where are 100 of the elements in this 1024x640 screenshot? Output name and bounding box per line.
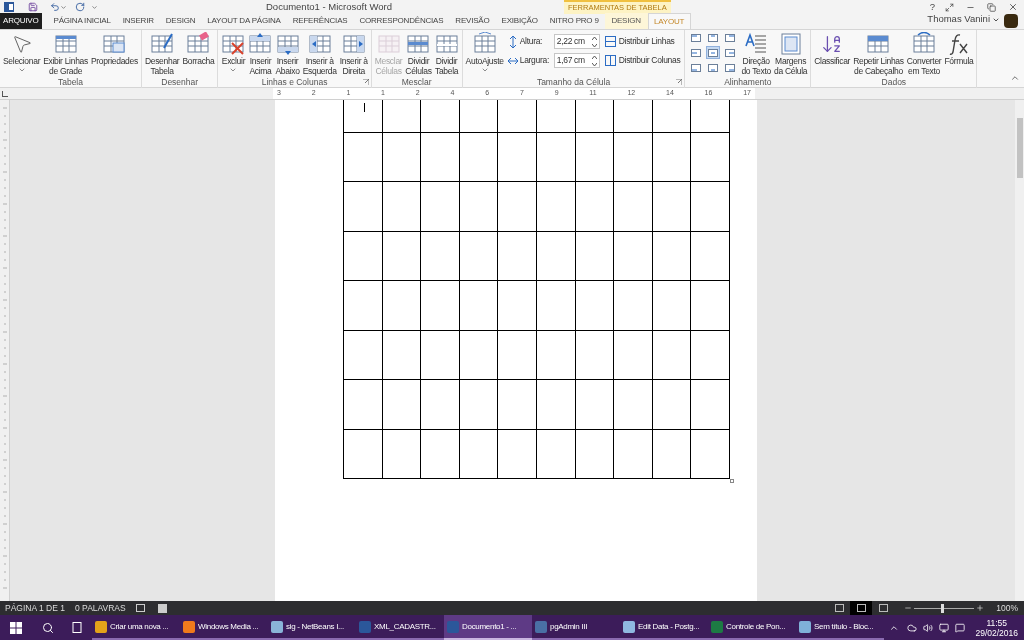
save-icon[interactable] xyxy=(28,2,38,12)
customize-icon[interactable] xyxy=(91,3,98,11)
align-icon xyxy=(708,64,719,73)
launcher-icon[interactable] xyxy=(676,79,683,85)
align-icon xyxy=(691,33,702,42)
alignment-button[interactable] xyxy=(723,61,738,75)
group-label: Tamanho da Célula xyxy=(536,76,611,88)
restore-icon[interactable] xyxy=(987,2,996,12)
ribbon-button[interactable]: Desenhar Tabela xyxy=(143,30,181,76)
taskbar-app[interactable]: Documento1 - ... xyxy=(444,615,532,640)
ribbon-tab[interactable]: INSERIR xyxy=(116,13,160,29)
notifications-icon[interactable] xyxy=(955,622,966,633)
distribute-icon xyxy=(604,36,616,47)
start-icon[interactable] xyxy=(10,621,22,634)
taskbar-app[interactable]: Controle de Pon... xyxy=(708,615,796,640)
macro-icon[interactable] xyxy=(157,603,167,613)
task-view-icon[interactable] xyxy=(70,622,84,633)
undo-icon[interactable] xyxy=(50,2,60,12)
ribbon-tab[interactable]: DESIGN xyxy=(604,13,648,29)
proofing-icon[interactable] xyxy=(135,603,146,613)
ribbon-button[interactable]: Propriedades xyxy=(89,30,139,76)
window-title: Documento1 - Microsoft Word xyxy=(266,0,393,14)
group-label: Dados xyxy=(881,76,907,88)
ribbon-tab[interactable]: PÁGINA INICIAL xyxy=(47,13,117,29)
search-icon[interactable] xyxy=(42,621,54,634)
ribbon-button[interactable]: Inserir Abaixo xyxy=(274,30,301,76)
ribbon-tab[interactable]: EXIBIÇÃO xyxy=(495,13,544,29)
ribbon-button[interactable]: Exibir Linhas de Grade xyxy=(42,30,89,76)
size-field[interactable]: 2,22 cm xyxy=(553,34,600,49)
alignment-button[interactable] xyxy=(706,61,721,75)
taskbar-app[interactable]: sig - NetBeans I... xyxy=(268,615,356,640)
ribbon-button[interactable]: Excluir xyxy=(220,30,247,76)
alignment-button[interactable] xyxy=(723,31,738,44)
ribbon-button[interactable]: Repetir Linhas de Cabeçalho xyxy=(852,30,905,76)
group-label: Mesclar xyxy=(401,76,432,88)
alignment-button[interactable] xyxy=(689,31,704,44)
zoom-thumb[interactable] xyxy=(941,603,945,613)
page-count[interactable]: PÁGINA 1 DE 1 xyxy=(5,601,65,615)
taskbar-app[interactable]: pgAdmin III xyxy=(532,615,620,640)
ribbon-button[interactable]: Inserir à Direita xyxy=(338,30,369,76)
ribbon-tab[interactable]: LAYOUT DA PÁGINA xyxy=(201,13,287,29)
ribbon-tab[interactable]: DESIGN xyxy=(159,13,202,29)
zoom-level[interactable]: 100% xyxy=(996,601,1018,615)
app-icon xyxy=(95,620,107,633)
app-icon[interactable] xyxy=(4,2,14,12)
ribbon-tab[interactable]: CORRESPONDÊNCIAS xyxy=(353,13,450,29)
ribbon-button[interactable]: AutoAjuste xyxy=(464,30,505,76)
launcher-icon[interactable] xyxy=(362,79,369,85)
ribbon-button[interactable]: Margens da Célula xyxy=(773,30,809,76)
resize-handle[interactable] xyxy=(730,479,734,483)
taskbar-app[interactable]: Windows Media ... xyxy=(180,615,268,640)
taskbar-app[interactable]: Edit Data - Postg... xyxy=(620,615,708,640)
redo-icon[interactable] xyxy=(75,2,85,12)
ribbon-tab[interactable]: REVISÃO xyxy=(449,13,496,29)
collapse-icon[interactable] xyxy=(1010,73,1020,83)
ribbon-button[interactable]: Distribuir Linhas xyxy=(604,34,681,49)
ribbon-button[interactable]: Distribuir Colunas xyxy=(604,53,681,68)
ribbon-button[interactable]: Dividir Tabela xyxy=(433,30,460,76)
ribbon-button[interactable]: Inserir Acima xyxy=(247,30,274,76)
scrollbar[interactable] xyxy=(1015,100,1024,601)
ribbon-button[interactable]: Borracha xyxy=(181,30,216,76)
spin-icon xyxy=(591,55,597,66)
caret-icon[interactable] xyxy=(60,3,67,11)
alignment-button[interactable] xyxy=(689,46,704,60)
caret-icon xyxy=(229,66,238,74)
cloud-icon[interactable] xyxy=(907,622,918,633)
alignment-button[interactable] xyxy=(706,31,721,44)
ribbon-tab[interactable]: ARQUIVO xyxy=(0,13,42,29)
ribbon-button[interactable]: Converter em Texto xyxy=(905,30,943,76)
ribbon-button[interactable]: Inserir à Esquerda xyxy=(301,30,338,76)
spin-icon xyxy=(591,36,597,47)
avatar[interactable] xyxy=(1004,14,1018,28)
ribbon-button[interactable]: Dividir Células xyxy=(404,30,433,76)
ribbon-button[interactable]: Selecionar xyxy=(2,30,42,76)
alignment-button[interactable] xyxy=(689,61,704,75)
ribbon-button[interactable]: Classificar xyxy=(813,30,852,76)
align-icon xyxy=(708,48,719,57)
word-count[interactable]: 0 PALAVRAS xyxy=(75,601,126,615)
close-icon[interactable] xyxy=(1008,2,1018,12)
clock[interactable]: 11:55 29/02/2016 xyxy=(975,617,1018,638)
ribbon-tab[interactable]: REFERÊNCIAS xyxy=(286,13,354,29)
zoom-out-icon[interactable] xyxy=(904,604,913,612)
tab-selector[interactable] xyxy=(2,90,8,97)
ribbon-button[interactable]: Direção do Texto xyxy=(740,30,772,76)
size-field[interactable]: 1,67 cm xyxy=(553,53,600,68)
volume-icon[interactable] xyxy=(923,622,934,633)
taskbar-app[interactable]: Sem título - Bloc... xyxy=(796,615,884,640)
taskbar-app[interactable]: Criar uma nova ... xyxy=(92,615,180,640)
app-icon xyxy=(271,620,283,633)
size-icon xyxy=(507,35,518,48)
ribbon-tab[interactable]: NITRO PRO 9 xyxy=(543,13,605,29)
zoom-in-icon[interactable] xyxy=(976,604,985,612)
view-button[interactable] xyxy=(850,601,873,615)
align-icon xyxy=(725,33,736,42)
network-icon[interactable] xyxy=(939,622,950,633)
ribbon-options-icon[interactable] xyxy=(945,2,954,12)
alignment-button[interactable] xyxy=(706,46,721,60)
group-label: Desenhar xyxy=(161,76,199,88)
alignment-button[interactable] xyxy=(723,46,738,60)
ribbon-button[interactable]: Fórmula xyxy=(943,30,975,76)
